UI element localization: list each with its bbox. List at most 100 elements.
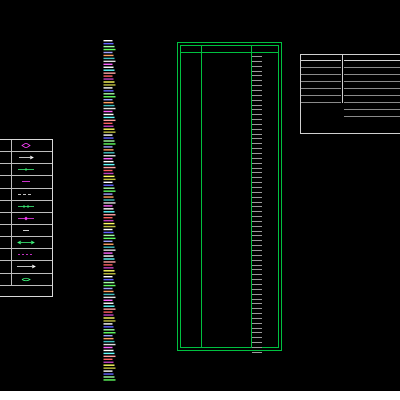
row-rule bbox=[252, 123, 262, 125]
long-arrow-icon bbox=[17, 265, 36, 269]
table-row bbox=[181, 315, 278, 319]
strip-segment bbox=[103, 376, 115, 378]
row-rule bbox=[252, 230, 262, 232]
legend-row-divider bbox=[11, 164, 12, 176]
row-rule bbox=[252, 279, 262, 281]
table-row bbox=[181, 334, 278, 339]
strip-segment bbox=[103, 258, 115, 260]
table-row bbox=[181, 218, 278, 222]
table-row bbox=[181, 203, 278, 208]
strip-segment bbox=[103, 190, 116, 192]
strip-segment bbox=[103, 175, 115, 178]
strip-segment bbox=[103, 373, 114, 375]
strip-segment bbox=[103, 166, 116, 169]
row-rule bbox=[252, 119, 262, 121]
arrow-right-icon bbox=[19, 155, 34, 160]
strip-segment bbox=[103, 222, 115, 225]
table-row bbox=[181, 160, 278, 164]
strip-segment bbox=[103, 146, 113, 148]
strip-segment bbox=[103, 370, 113, 372]
row-rule bbox=[252, 206, 262, 208]
row-rule bbox=[252, 293, 262, 295]
row-rule bbox=[252, 303, 262, 305]
right-table-right-row bbox=[344, 96, 400, 103]
table-row bbox=[181, 262, 278, 266]
strip-segment bbox=[103, 317, 115, 319]
strip-segment bbox=[103, 293, 115, 296]
row-rule bbox=[252, 157, 262, 159]
table-row bbox=[181, 199, 278, 203]
row-rule bbox=[252, 245, 262, 247]
row-rule bbox=[252, 89, 262, 91]
strip-segment bbox=[103, 379, 116, 381]
table-row bbox=[181, 82, 278, 87]
strip-segment bbox=[103, 264, 113, 266]
row-rule bbox=[252, 104, 262, 106]
strip-segment bbox=[103, 358, 113, 360]
status-bar bbox=[0, 391, 400, 400]
strip-segment bbox=[103, 273, 116, 275]
row-rule bbox=[252, 143, 262, 145]
strip-segment bbox=[103, 184, 114, 186]
table-row bbox=[181, 305, 278, 310]
strip-segment bbox=[103, 276, 113, 278]
table-row bbox=[181, 300, 278, 305]
table-row bbox=[181, 106, 278, 111]
row-rule bbox=[252, 211, 262, 213]
strip-segment bbox=[103, 96, 116, 98]
legend-row-divider bbox=[11, 224, 12, 237]
table-row bbox=[181, 247, 278, 251]
strip-segment bbox=[103, 320, 116, 322]
short-line-icon bbox=[23, 230, 29, 231]
right-table-left-row bbox=[301, 75, 341, 82]
strip-segment bbox=[103, 87, 113, 89]
row-rule bbox=[252, 148, 262, 150]
strip-segment bbox=[103, 246, 115, 248]
right-summary-box bbox=[300, 54, 400, 134]
row-rule bbox=[252, 220, 262, 222]
strip-segment bbox=[103, 308, 116, 310]
row-rule bbox=[252, 274, 262, 276]
strip-segment bbox=[103, 107, 116, 110]
drawing-canvas[interactable] bbox=[0, 0, 400, 400]
row-rule bbox=[252, 317, 262, 319]
strip-segment bbox=[103, 364, 115, 366]
table-row bbox=[181, 257, 278, 261]
right-table-left-row bbox=[301, 61, 341, 68]
row-rule bbox=[252, 342, 262, 344]
strip-segment bbox=[103, 296, 116, 299]
row-rule bbox=[252, 94, 262, 96]
table-row bbox=[181, 150, 278, 154]
layer-color-strip bbox=[103, 40, 116, 381]
strip-segment bbox=[103, 90, 114, 92]
table-row bbox=[181, 179, 278, 184]
legend-row bbox=[0, 188, 52, 201]
strip-segment bbox=[103, 343, 116, 346]
arrow-double-icon bbox=[17, 240, 35, 245]
legend-symbol-stroke bbox=[18, 168, 34, 172]
table-row bbox=[181, 329, 278, 334]
right-table-right-row bbox=[344, 89, 400, 96]
strip-segment bbox=[103, 128, 115, 130]
strip-segment bbox=[103, 69, 115, 71]
row-rule bbox=[252, 235, 262, 237]
strip-segment bbox=[103, 349, 114, 352]
right-table-right-row bbox=[344, 68, 400, 75]
right-table-right-row bbox=[344, 61, 400, 68]
strip-segment bbox=[103, 355, 116, 358]
legend-row-divider bbox=[11, 261, 12, 273]
strip-segment bbox=[103, 149, 114, 151]
table-row bbox=[181, 169, 278, 174]
table-row bbox=[181, 102, 278, 106]
row-rule bbox=[252, 347, 262, 348]
legend-row-divider bbox=[11, 188, 12, 200]
table-row bbox=[181, 155, 278, 159]
strip-segment bbox=[103, 205, 113, 207]
strip-segment bbox=[103, 243, 114, 245]
strip-segment bbox=[103, 57, 115, 60]
strip-segment bbox=[103, 75, 113, 77]
strip-segment bbox=[103, 299, 113, 301]
strip-segment bbox=[103, 208, 114, 210]
strip-segment bbox=[103, 228, 113, 231]
strip-segment bbox=[103, 237, 116, 240]
